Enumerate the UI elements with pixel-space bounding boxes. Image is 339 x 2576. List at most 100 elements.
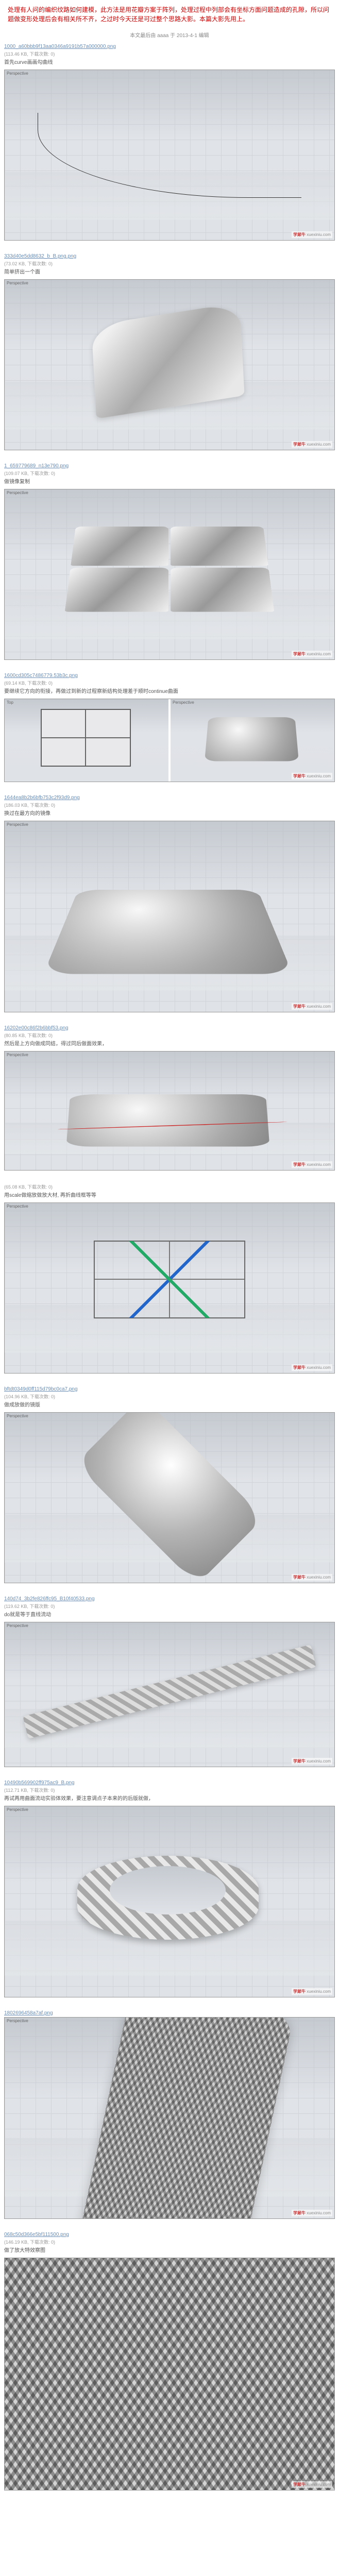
screenshot-frame: 学犀牛 xuexiniu.com Perspective xyxy=(4,1622,335,1767)
attachment-meta: (113.46 KB, 下载次数: 0) xyxy=(4,50,335,57)
watermark: 学犀牛 xuexiniu.com xyxy=(292,1161,332,1168)
step-caption: 然后是上方向做成同结，得过同后做面效果， xyxy=(4,1041,335,1048)
step-caption: 首先curve画画勾曲线 xyxy=(4,59,335,66)
viewport: 学犀牛 xuexiniu.com Perspective xyxy=(5,821,334,1012)
screenshot-frame: 学犀牛 xuexiniu.com Perspective xyxy=(4,70,335,241)
edit-note: 本文最后由 aaaa 于 2013-4-1 编辑 xyxy=(0,29,339,44)
post-item: 1000_a60bbb9f13aa0346a9191b57a000000.png… xyxy=(4,44,335,241)
screenshot-frame: 学犀牛 xuexiniu.com Perspective xyxy=(4,821,335,1012)
post-item: bftdt0349d0ff115d79bc0ca7.png (104.96 KB… xyxy=(4,1386,335,1583)
post-item: 333d40e5dd8632_b_B.png.png (73.02 KB, 下载… xyxy=(4,253,335,450)
screenshot-frame: 学犀牛 xuexiniu.com Perspective xyxy=(4,1806,335,1997)
watermark: 学犀牛 xuexiniu.com xyxy=(292,231,332,238)
attachment-meta: (65.08 KB, 下载次数: 0) xyxy=(4,1183,335,1190)
attachment-filename[interactable]: 140d74_3b2fe826ffc95_B10f40533.png xyxy=(4,1596,335,1602)
viewport: 学犀牛 xuexiniu.com Perspective xyxy=(5,70,334,240)
pillow-shape xyxy=(205,717,299,761)
viewport: 学犀牛 xuexiniu.com Perspective xyxy=(5,1052,334,1170)
attachment-filename[interactable]: 333d40e5dd8632_b_B.png.png xyxy=(4,253,335,259)
attachment-filename[interactable]: 16202e00c86f2b6bbf53.png xyxy=(4,1025,335,1031)
woven-tube xyxy=(78,2018,294,2218)
woven-ring xyxy=(77,1856,259,1940)
dual-viewport: Top Perspective学犀牛 xuexiniu.com xyxy=(5,699,334,782)
post-item: 1644ea8b2b6bfb753c2f93d9.png (186.03 KB,… xyxy=(4,795,335,1012)
post-item: 1802696458a7af.png 学犀牛 xuexiniu.com Persp… xyxy=(4,2010,335,2219)
surface-patch xyxy=(91,302,244,419)
step-caption: 再试再用曲面流动实验体效果，要注意调点子本来的的后版就做， xyxy=(4,1795,335,1803)
weave-closeup xyxy=(5,2258,334,2490)
screenshot-frame: 学犀牛 xuexiniu.com Perspective xyxy=(4,1412,335,1583)
viewport: 学犀牛 xuexiniu.com xyxy=(5,2258,334,2490)
viewport: 学犀牛 xuexiniu.com Perspective xyxy=(5,2018,334,2218)
watermark: 学犀牛 xuexiniu.com xyxy=(292,2210,332,2216)
screenshot-frame: 学犀牛 xuexiniu.com Perspective xyxy=(4,2017,335,2219)
viewport-label: Perspective xyxy=(7,1053,28,1057)
post-item: 16202e00c86f2b6bbf53.png (80.85 KB, 下载次数… xyxy=(4,1025,335,1171)
post-item: 1600cd305c7486779.53b3c.png (69.14 KB, 下… xyxy=(4,673,335,782)
step-caption: 换过在最方向的镜像 xyxy=(4,810,335,818)
viewport: 学犀牛 xuexiniu.com Perspective xyxy=(5,1203,334,1373)
attachment-filename[interactable]: 10490b569902ff975ac9_B.png xyxy=(4,1780,335,1786)
viewport-label: Perspective xyxy=(7,1807,28,1812)
attachment-filename[interactable]: 1600cd305c7486779.53b3c.png xyxy=(4,673,335,679)
attachment-meta: (73.02 KB, 下载次数: 0) xyxy=(4,260,335,267)
viewport: 学犀牛 xuexiniu.com Perspective xyxy=(5,1413,334,1583)
watermark: 学犀牛 xuexiniu.com xyxy=(292,1758,332,1765)
screenshot-frame: 学犀牛 xuexiniu.com Perspective xyxy=(4,1051,335,1171)
attachment-filename[interactable]: 1644ea8b2b6bfb753c2f93d9.png xyxy=(4,795,335,801)
screenshot-frame: 学犀牛 xuexiniu.com xyxy=(4,2258,335,2490)
viewport-label: Perspective xyxy=(7,2019,28,2023)
step-caption: 做镜像复制 xyxy=(4,479,335,486)
viewport: 学犀牛 xuexiniu.com Perspective xyxy=(5,1806,334,1997)
post-item: 1_659779689_n13e790.png (109.07 KB, 下载次数… xyxy=(4,463,335,660)
pillow-grid xyxy=(43,890,292,974)
watermark: 学犀牛 xuexiniu.com xyxy=(292,773,332,779)
viewport-label: Perspective xyxy=(7,1414,28,1418)
watermark: 学犀牛 xuexiniu.com xyxy=(292,441,332,448)
attachment-filename[interactable]: 1000_a60bbb9f13aa0346a9191b57a000000.png xyxy=(4,44,335,49)
screenshot-frame: 学犀牛 xuexiniu.com Perspective xyxy=(4,1202,335,1374)
pillow-section xyxy=(66,1094,269,1146)
viewport: 学犀牛 xuexiniu.com Perspective xyxy=(5,280,334,450)
screenshot-frame: 学犀牛 xuexiniu.com Perspective xyxy=(4,279,335,450)
viewport-label: Perspective xyxy=(7,1204,28,1209)
step-caption: 做了放大特效察图 xyxy=(4,2247,335,2255)
screenshot-frame: 学犀牛 xuexiniu.com Perspective xyxy=(4,489,335,660)
screenshot-frame: Top Perspective学犀牛 xuexiniu.com xyxy=(4,699,335,782)
attachment-meta: (109.07 KB, 下载次数: 0) xyxy=(4,470,335,477)
attachment-meta: (69.14 KB, 下载次数: 0) xyxy=(4,680,335,686)
attachment-meta: (146.19 KB, 下载次数: 0) xyxy=(4,2239,335,2245)
step-caption: do就是等于直线流动 xyxy=(4,1612,335,1619)
watermark: 学犀牛 xuexiniu.com xyxy=(292,651,332,657)
intro-text: 处理有人问的编织纹路如何建模，此方法是用花瓣方案于阵列，处理过程中列部会有坐标方… xyxy=(0,0,339,29)
attachment-meta: (186.03 KB, 下载次数: 0) xyxy=(4,802,335,808)
post-item: 10490b569902ff975ac9_B.png (112.71 KB, 下… xyxy=(4,1780,335,1997)
viewport: 学犀牛 xuexiniu.com Perspective xyxy=(5,489,334,659)
attachment-filename[interactable]: bftdt0349d0ff115d79bc0ca7.png xyxy=(4,1386,335,1392)
step-caption: 做成放做的镜版 xyxy=(4,1402,335,1409)
watermark: 学犀牛 xuexiniu.com xyxy=(292,1988,332,1995)
attachment-meta: (119.62 KB, 下载次数: 0) xyxy=(4,1603,335,1609)
watermark: 学犀牛 xuexiniu.com xyxy=(292,1364,332,1371)
step-caption: 用scale做缩放做放大材, 再折曲线框等等 xyxy=(4,1192,335,1199)
viewport-label: Perspective xyxy=(7,281,28,285)
diagonal-guides xyxy=(94,1241,245,1319)
post-item: 068c50d366e5bf111500.png (146.19 KB, 下载次… xyxy=(4,2232,335,2490)
step-caption: 简单挤出一个面 xyxy=(4,269,335,276)
watermark: 学犀牛 xuexiniu.com xyxy=(292,1003,332,1010)
attachment-meta: (104.96 KB, 下载次数: 0) xyxy=(4,1393,335,1400)
viewport-label: Perspective xyxy=(7,822,28,827)
watermark: 学犀牛 xuexiniu.com xyxy=(292,2481,332,2488)
attachment-filename[interactable]: 068c50d366e5bf111500.png xyxy=(4,2232,335,2238)
attachment-filename[interactable]: 1802696458a7af.png xyxy=(4,2010,335,2016)
attachment-filename[interactable]: 1_659779689_n13e790.png xyxy=(4,463,335,469)
viewport-label: Perspective xyxy=(7,1623,28,1628)
viewport-label: Perspective xyxy=(7,71,28,76)
post-item: 140d74_3b2fe826ffc95_B10f40533.png (119.… xyxy=(4,1596,335,1767)
attachment-meta: (112.71 KB, 下载次数: 0) xyxy=(4,1787,335,1793)
step-caption: 要继续它方向的衔接，再做过到新的过程察新结构处理差于顺时continue曲面 xyxy=(4,688,335,696)
viewport: 学犀牛 xuexiniu.com Perspective xyxy=(5,1622,334,1767)
watermark: 学犀牛 xuexiniu.com xyxy=(292,1574,332,1581)
post-item: (65.08 KB, 下载次数: 0) 用scale做缩放做放大材, 再折曲线框… xyxy=(4,1183,335,1374)
viewport-label: Perspective xyxy=(7,490,28,495)
